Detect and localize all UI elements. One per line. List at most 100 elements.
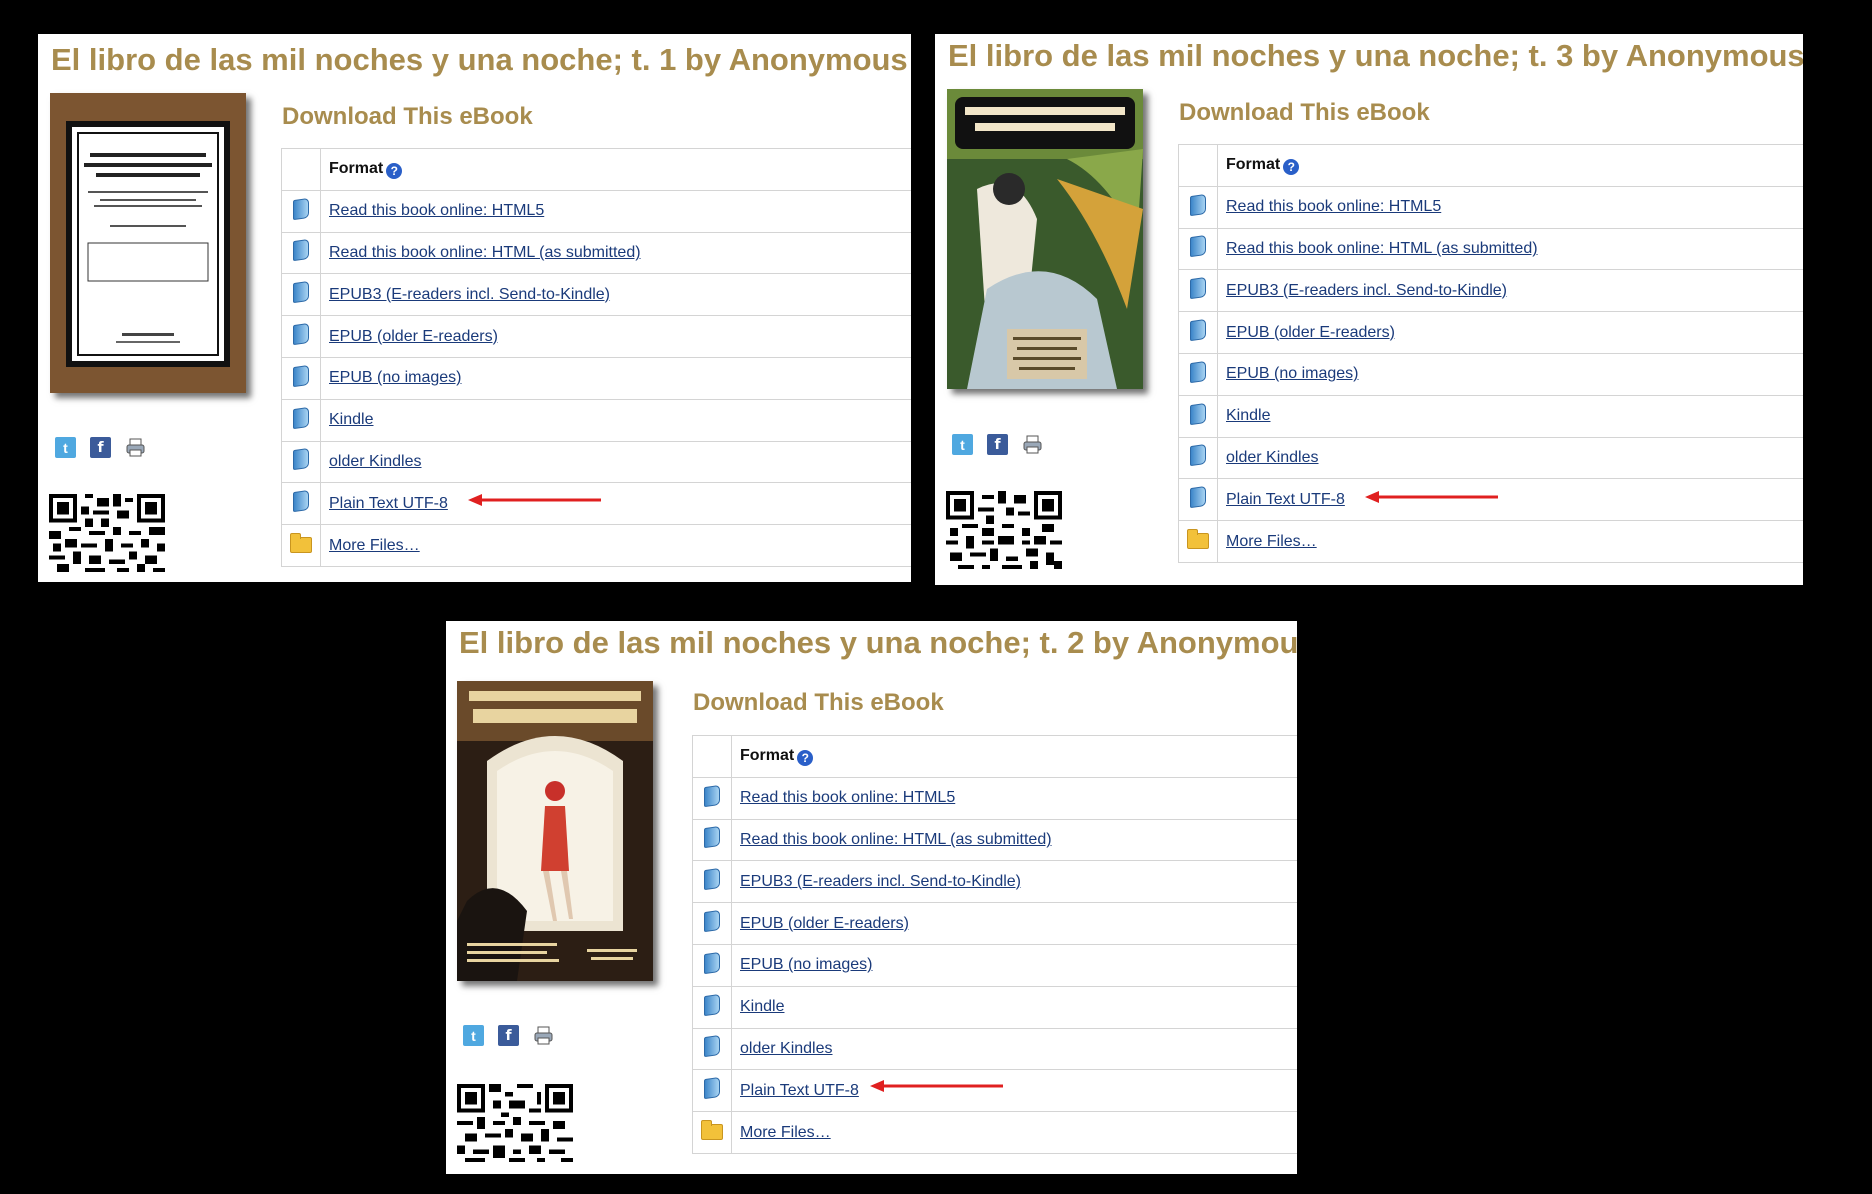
ebook-panel-vol1: El libro de las mil noches y una noche; … [38, 34, 911, 582]
collage: { "panels": [ { "title": "El libro de la… [0, 0, 1872, 1194]
link-epub-no-images[interactable]: EPUB (no images) [329, 369, 462, 386]
help-icon[interactable]: ? [1283, 158, 1300, 175]
ebook-panel-vol3: El libro de las mil noches y una noche; … [935, 34, 1803, 585]
book-icon [1190, 235, 1206, 258]
table-header-row: Format? [692, 735, 1297, 778]
folder-icon [290, 533, 312, 554]
link-read-html-submitted[interactable]: Read this book online: HTML (as submitte… [1226, 240, 1538, 257]
download-heading: Download This eBook [1179, 99, 1430, 126]
link-kindle[interactable]: Kindle [1226, 407, 1270, 424]
link-plain-text-utf8[interactable]: Plain Text UTF-8 [1226, 491, 1345, 508]
link-epub3[interactable]: EPUB3 (E-readers incl. Send-to-Kindle) [740, 873, 1021, 890]
book-icon [704, 868, 720, 891]
table-row: EPUB (no images) [281, 356, 911, 400]
table-row: Read this book online: HTML (as submitte… [281, 231, 911, 275]
facebook-icon[interactable]: f [498, 1025, 519, 1046]
qr-code [946, 491, 1062, 569]
book-icon [704, 1035, 720, 1058]
book-icon [293, 364, 309, 387]
book-icon [293, 406, 309, 429]
link-epub3[interactable]: EPUB3 (E-readers incl. Send-to-Kindle) [329, 286, 610, 303]
ebook-panel-vol2: El libro de las mil noches y una noche; … [446, 621, 1297, 1174]
book-icon [704, 1077, 720, 1100]
link-more-files[interactable]: More Files… [740, 1124, 831, 1141]
facebook-icon[interactable]: f [987, 434, 1008, 455]
link-read-html-submitted[interactable]: Read this book online: HTML (as submitte… [329, 244, 641, 261]
link-epub-no-images[interactable]: EPUB (no images) [1226, 365, 1359, 382]
print-icon[interactable] [533, 1025, 554, 1046]
table-row: EPUB3 (E-readers incl. Send-to-Kindle) [281, 273, 911, 317]
folder-icon [1187, 529, 1209, 550]
table-row: Read this book online: HTML5 [1178, 185, 1803, 229]
link-more-files[interactable]: More Files… [329, 537, 420, 554]
book-title: El libro de las mil noches y una noche; … [948, 38, 1803, 73]
download-heading: Download This eBook [282, 103, 533, 130]
book-title: El libro de las mil noches y una noche; … [459, 625, 1297, 660]
qr-code [49, 494, 165, 572]
folder-icon [701, 1120, 723, 1141]
print-icon[interactable] [1022, 434, 1043, 455]
link-epub-older[interactable]: EPUB (older E-readers) [740, 915, 909, 932]
red-arrow-annotation [468, 493, 603, 507]
format-header: Format [1226, 155, 1281, 173]
book-icon [1190, 402, 1206, 425]
book-cover-image[interactable] [50, 93, 246, 393]
help-icon[interactable]: ? [386, 162, 403, 179]
help-icon[interactable]: ? [797, 749, 814, 766]
book-icon [1190, 486, 1206, 509]
link-older-kindles[interactable]: older Kindles [329, 453, 422, 470]
link-older-kindles[interactable]: older Kindles [1226, 449, 1319, 466]
book-icon [704, 784, 720, 807]
table-row: EPUB (older E-readers) [692, 902, 1297, 945]
facebook-icon[interactable]: f [90, 437, 111, 458]
table-header-row: Format? [1178, 144, 1803, 187]
link-kindle[interactable]: Kindle [329, 411, 373, 428]
table-row: Kindle [281, 398, 911, 442]
format-header: Format [329, 159, 384, 177]
book-icon [293, 281, 309, 304]
table-row: EPUB (no images) [1178, 352, 1803, 396]
book-cover-image[interactable] [457, 681, 653, 981]
table-row: Kindle [692, 985, 1297, 1029]
book-icon [704, 826, 720, 849]
table-row: Kindle [1178, 394, 1803, 438]
book-icon [293, 490, 309, 513]
book-icon [1190, 277, 1206, 300]
link-plain-text-utf8[interactable]: Plain Text UTF-8 [329, 495, 448, 512]
table-row: Read this book online: HTML5 [281, 189, 911, 233]
link-plain-text-utf8[interactable]: Plain Text UTF-8 [740, 1082, 859, 1099]
book-icon [293, 197, 309, 220]
table-row: EPUB (older E-readers) [1178, 311, 1803, 354]
link-epub-older[interactable]: EPUB (older E-readers) [329, 328, 498, 345]
table-row: older Kindles [1178, 436, 1803, 480]
book-icon [1190, 444, 1206, 467]
twitter-icon[interactable]: t [463, 1025, 484, 1046]
table-row: older Kindles [692, 1027, 1297, 1071]
table-row: More Files… [1178, 520, 1803, 563]
book-icon [293, 448, 309, 471]
link-kindle[interactable]: Kindle [740, 998, 784, 1015]
table-row: EPUB3 (E-readers incl. Send-to-Kindle) [1178, 269, 1803, 313]
link-epub3[interactable]: EPUB3 (E-readers incl. Send-to-Kindle) [1226, 282, 1507, 299]
link-epub-older[interactable]: EPUB (older E-readers) [1226, 324, 1395, 341]
book-icon [1190, 193, 1206, 216]
table-row: older Kindles [281, 440, 911, 484]
table-row: Read this book online: HTML (as submitte… [692, 818, 1297, 862]
link-read-html5[interactable]: Read this book online: HTML5 [329, 202, 544, 219]
red-arrow-annotation [870, 1079, 1005, 1093]
link-read-html-submitted[interactable]: Read this book online: HTML (as submitte… [740, 831, 1052, 848]
link-read-html5[interactable]: Read this book online: HTML5 [1226, 198, 1441, 215]
book-cover-image[interactable] [947, 89, 1143, 389]
book-icon [1190, 318, 1206, 342]
twitter-icon[interactable]: t [55, 437, 76, 458]
table-row: EPUB3 (E-readers incl. Send-to-Kindle) [692, 860, 1297, 904]
link-older-kindles[interactable]: older Kindles [740, 1040, 833, 1057]
book-icon [293, 239, 309, 262]
link-epub-no-images[interactable]: EPUB (no images) [740, 956, 873, 973]
table-row: More Files… [281, 524, 911, 567]
link-read-html5[interactable]: Read this book online: HTML5 [740, 789, 955, 806]
twitter-icon[interactable]: t [952, 434, 973, 455]
print-icon[interactable] [125, 437, 146, 458]
link-more-files[interactable]: More Files… [1226, 533, 1317, 550]
red-arrow-annotation [1365, 490, 1500, 504]
